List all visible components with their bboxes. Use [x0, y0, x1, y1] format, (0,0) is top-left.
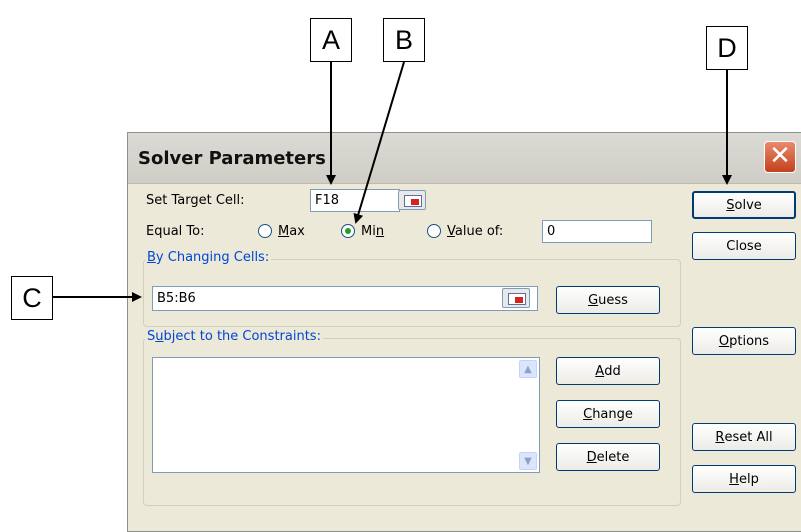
scroll-up-button[interactable]: ▲: [519, 360, 537, 378]
max-radio-label[interactable]: Max: [278, 224, 305, 239]
radio-selected-dot: [345, 228, 351, 234]
delete-constraint-button[interactable]: Delete: [556, 443, 660, 471]
guess-button[interactable]: Guess: [556, 286, 660, 314]
scroll-down-button[interactable]: ▼: [519, 452, 537, 470]
constraints-group-title: Subject to the Constraints:: [145, 329, 323, 344]
solve-button[interactable]: Solve: [692, 191, 796, 219]
dialog-title: Solver Parameters: [138, 148, 326, 169]
callout-d-label: D: [706, 26, 748, 70]
callout-a-label: A: [310, 18, 352, 62]
value-of-radio-label[interactable]: Value of:: [447, 224, 503, 239]
min-radio-label[interactable]: Min: [361, 224, 384, 239]
set-target-cell-label: Set Target Cell:: [146, 193, 245, 208]
change-constraint-button[interactable]: Change: [556, 400, 660, 428]
solver-parameters-dialog: Solver Parameters ✕ Set Target Cell: F18…: [127, 132, 801, 532]
changing-cells-group-title: By Changing Cells:: [145, 250, 272, 265]
set-target-cell-input[interactable]: F18: [310, 189, 400, 212]
help-button[interactable]: Help: [692, 465, 796, 493]
scroll-down-icon: ▼: [524, 456, 532, 467]
target-cell-ref-button[interactable]: [398, 190, 426, 210]
max-radio[interactable]: [258, 224, 272, 238]
constraints-list[interactable]: ▲ ▼: [152, 357, 540, 473]
close-window-button[interactable]: ✕: [764, 141, 796, 173]
scroll-up-icon: ▲: [524, 364, 532, 375]
add-constraint-button[interactable]: Add: [556, 357, 660, 385]
value-of-input[interactable]: 0: [542, 220, 652, 243]
min-radio[interactable]: [341, 224, 355, 238]
value-of-radio[interactable]: [427, 224, 441, 238]
equal-to-label: Equal To:: [146, 224, 205, 239]
reset-all-button[interactable]: Reset All: [692, 423, 796, 451]
changing-cells-input[interactable]: B5:B6: [152, 286, 538, 311]
callout-c-label: C: [11, 276, 53, 320]
close-icon: ✕: [769, 141, 791, 171]
options-button[interactable]: Options: [692, 327, 796, 355]
title-bar[interactable]: Solver Parameters ✕: [128, 133, 801, 184]
callout-b-label: B: [383, 18, 425, 62]
changing-cells-ref-button[interactable]: [502, 288, 530, 308]
close-button[interactable]: Close: [692, 232, 796, 260]
